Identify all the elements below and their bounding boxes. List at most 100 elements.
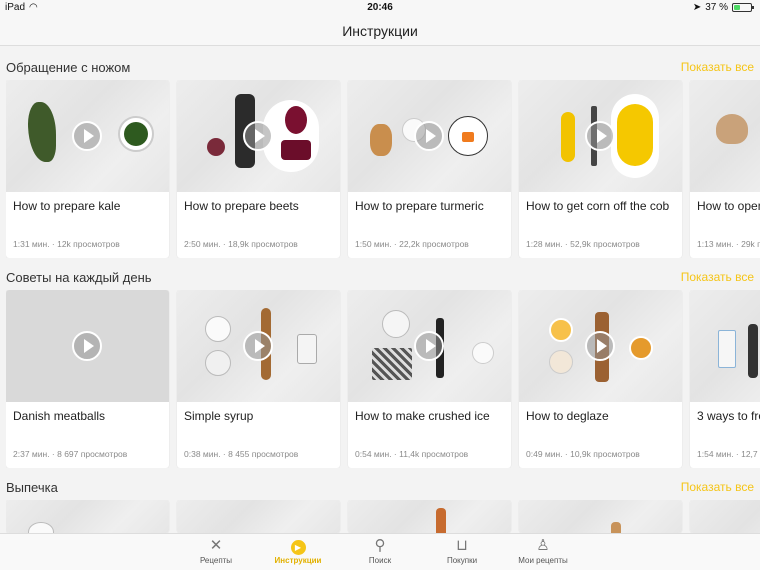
video-thumbnail: [177, 290, 340, 402]
play-icon[interactable]: [585, 121, 615, 151]
tab-label: Поиск: [368, 556, 392, 565]
tab-instructions[interactable]: ▶ Инструкции: [263, 536, 333, 570]
video-card[interactable]: 3 ways to fro 1:54 мин. · 12,7: [690, 290, 760, 468]
tab-shopping[interactable]: ⊔ Покупки: [427, 536, 497, 570]
jar-image: [297, 334, 317, 364]
video-meta: 2:50 мин. · 18,9k просмотров: [184, 239, 298, 249]
video-card[interactable]: Simple syrup 0:38 мин. · 8 455 просмотро…: [177, 290, 340, 468]
milk-carton-image: [718, 330, 736, 368]
video-thumbnail: [6, 500, 169, 533]
crushed-ice-image: [472, 342, 494, 364]
battery-percent: 37 %: [705, 2, 728, 13]
play-icon[interactable]: [72, 331, 102, 361]
tab-recipes[interactable]: ✕ Рецепты: [181, 536, 251, 570]
section-header-baking: Выпечка Показать все: [6, 480, 754, 496]
tab-label: Покупки: [446, 556, 478, 565]
video-meta: 0:54 мин. · 11,4k просмотров: [355, 449, 469, 459]
video-title: How to open: [697, 199, 760, 213]
video-title: How to prepare kale: [13, 199, 121, 213]
video-card[interactable]: How to prepare kale 1:31 мин. · 12k прос…: [6, 80, 169, 258]
page-title: Инструкции: [342, 23, 418, 39]
section-title: Выпечка: [6, 480, 58, 495]
video-title: 3 ways to fro: [697, 409, 760, 423]
section-title: Обращение с ножом: [6, 60, 131, 75]
video-card[interactable]: Danish meatballs 2:37 мин. · 8 697 просм…: [6, 290, 169, 468]
video-title: How to prepare beets: [184, 199, 299, 213]
play-icon[interactable]: [585, 331, 615, 361]
video-card[interactable]: How to make crushed ice 0:54 мин. · 11,4…: [348, 290, 511, 468]
rolling-pin-image: [436, 508, 446, 533]
video-meta: 2:37 мин. · 8 697 просмотров: [13, 449, 128, 459]
video-thumbnail: [519, 290, 682, 402]
whole-beet-image: [207, 138, 225, 156]
video-title: Danish meatballs: [13, 409, 106, 423]
video-title: How to get corn off the cob: [526, 199, 670, 213]
show-all-link[interactable]: Показать все: [681, 270, 754, 284]
video-card[interactable]: [519, 500, 682, 533]
video-thumbnail: [690, 290, 760, 402]
video-thumbnail: [348, 290, 511, 402]
video-meta: 1:50 мин. · 22,2k просмотров: [355, 239, 469, 249]
play-icon[interactable]: [243, 331, 273, 361]
video-meta: 1:28 мин. · 52,9k просмотров: [526, 239, 640, 249]
play-icon[interactable]: [414, 121, 444, 151]
play-icon[interactable]: [243, 121, 273, 151]
tab-label: Мои рецепты: [518, 556, 568, 565]
diced-turmeric-image: [462, 132, 474, 142]
play-icon[interactable]: [414, 331, 444, 361]
basket-icon: ⊔: [456, 537, 468, 554]
video-meta: 0:38 мин. · 8 455 просмотров: [184, 449, 299, 459]
video-card[interactable]: How to deglaze 0:49 мин. · 10,9k просмот…: [519, 290, 682, 468]
show-all-link[interactable]: Показать все: [681, 60, 754, 74]
play-circle-icon: ▶: [263, 536, 333, 556]
diced-beets-image: [281, 140, 311, 160]
video-row-baking[interactable]: [6, 500, 760, 533]
video-thumbnail: [519, 500, 682, 533]
video-title: How to prepare turmeric: [355, 199, 484, 213]
tab-search[interactable]: ⚲ Поиск: [345, 536, 415, 570]
section-header-everyday: Советы на каждый день Показать все: [6, 270, 754, 286]
tab-label: Инструкции: [274, 556, 322, 565]
tab-bar: ✕ Рецепты ▶ Инструкции ⚲ Поиск ⊔ Покупки…: [0, 533, 760, 570]
video-card[interactable]: How to open 1:13 мин. · 29k п: [690, 80, 760, 258]
video-card[interactable]: How to prepare beets 2:50 мин. · 18,9k п…: [177, 80, 340, 258]
play-icon[interactable]: [72, 121, 102, 151]
video-title: How to make crushed ice: [355, 409, 490, 423]
tab-my-recipes[interactable]: ♙ Мои рецепты: [508, 536, 578, 570]
butter-bowl-image: [549, 350, 573, 374]
video-meta: 0:49 мин. · 10,9k просмотров: [526, 449, 640, 459]
citrus-bowl-image: [549, 318, 573, 342]
video-thumbnail: [690, 500, 760, 533]
video-thumbnail: [519, 80, 682, 192]
video-row-everyday[interactable]: Danish meatballs 2:37 мин. · 8 697 просм…: [6, 290, 760, 468]
show-all-link[interactable]: Показать все: [681, 480, 754, 494]
video-card[interactable]: [177, 500, 340, 533]
video-row-knife[interactable]: How to prepare kale 1:31 мин. · 12k прос…: [6, 80, 760, 258]
video-card[interactable]: [6, 500, 169, 533]
video-thumbnail: [690, 80, 760, 192]
video-meta: 1:54 мин. · 12,7: [697, 449, 758, 459]
profile-icon: ♙: [536, 537, 550, 554]
onion-bowl-image: [629, 336, 653, 360]
status-bar: iPad ◠ 20:46 ➤ 37 %: [0, 0, 760, 16]
video-card[interactable]: How to get corn off the cob 1:28 мин. · …: [519, 80, 682, 258]
sugar-bowl-image: [205, 316, 231, 342]
corn-cob-image: [561, 112, 575, 162]
search-icon: ⚲: [374, 537, 386, 554]
location-icon: ➤: [692, 2, 702, 13]
video-thumbnail: [6, 290, 169, 402]
tab-label: Рецепты: [199, 556, 233, 565]
video-card[interactable]: [348, 500, 511, 533]
turmeric-root-image: [370, 124, 392, 156]
scallop-image: [716, 114, 748, 144]
video-thumbnail: [177, 500, 340, 533]
chopped-kale-image: [124, 122, 148, 146]
towel-image: [372, 348, 412, 380]
video-card[interactable]: [690, 500, 760, 533]
video-card[interactable]: How to prepare turmeric 1:50 мин. · 22,2…: [348, 80, 511, 258]
video-title: Simple syrup: [184, 409, 254, 423]
video-title: How to deglaze: [526, 409, 609, 423]
kale-image: [28, 102, 56, 162]
ice-bowl-image: [382, 310, 410, 338]
video-thumbnail: [6, 80, 169, 192]
